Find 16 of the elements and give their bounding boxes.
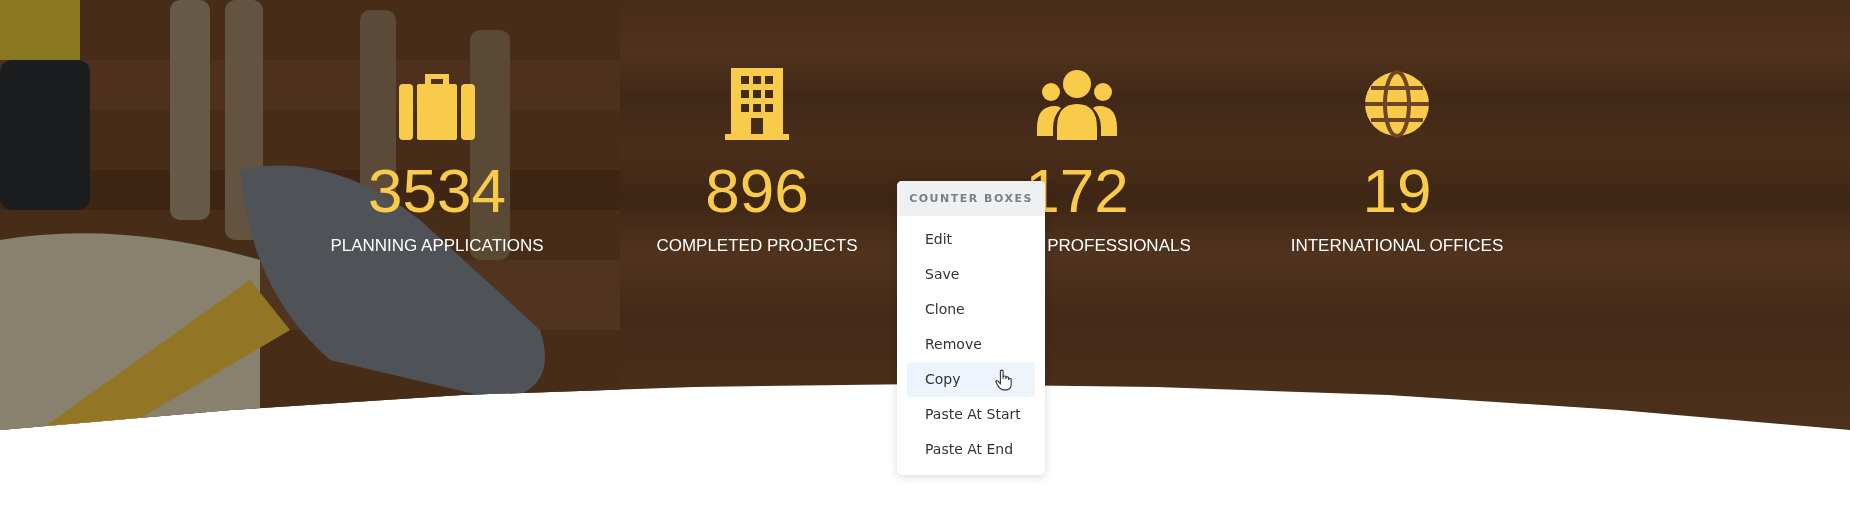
menu-item[interactable]: Paste At End — [907, 432, 1035, 467]
hand-cursor-icon — [995, 369, 1013, 391]
counter-label: INTERNATIONAL OFFICES — [1290, 236, 1504, 256]
counter-label: COMPLETED PROJECTS — [656, 236, 858, 256]
counter-number: 896 — [705, 160, 809, 222]
menu-item[interactable]: Edit — [907, 222, 1035, 257]
people-icon — [1037, 68, 1117, 140]
counter-number: 19 — [1362, 160, 1432, 222]
menu-item[interactable]: Copy — [907, 362, 1035, 397]
counter-label: PLANNING APPLICATIONS — [330, 236, 544, 256]
counter-label: PROFESSIONALS — [1047, 236, 1191, 256]
menu-item[interactable]: Clone — [907, 292, 1035, 327]
menu-item[interactable]: Paste At Start — [907, 397, 1035, 432]
counter-number: 3534 — [368, 160, 506, 222]
menu-item[interactable]: Save — [907, 257, 1035, 292]
menu-item[interactable]: Remove — [907, 327, 1035, 362]
